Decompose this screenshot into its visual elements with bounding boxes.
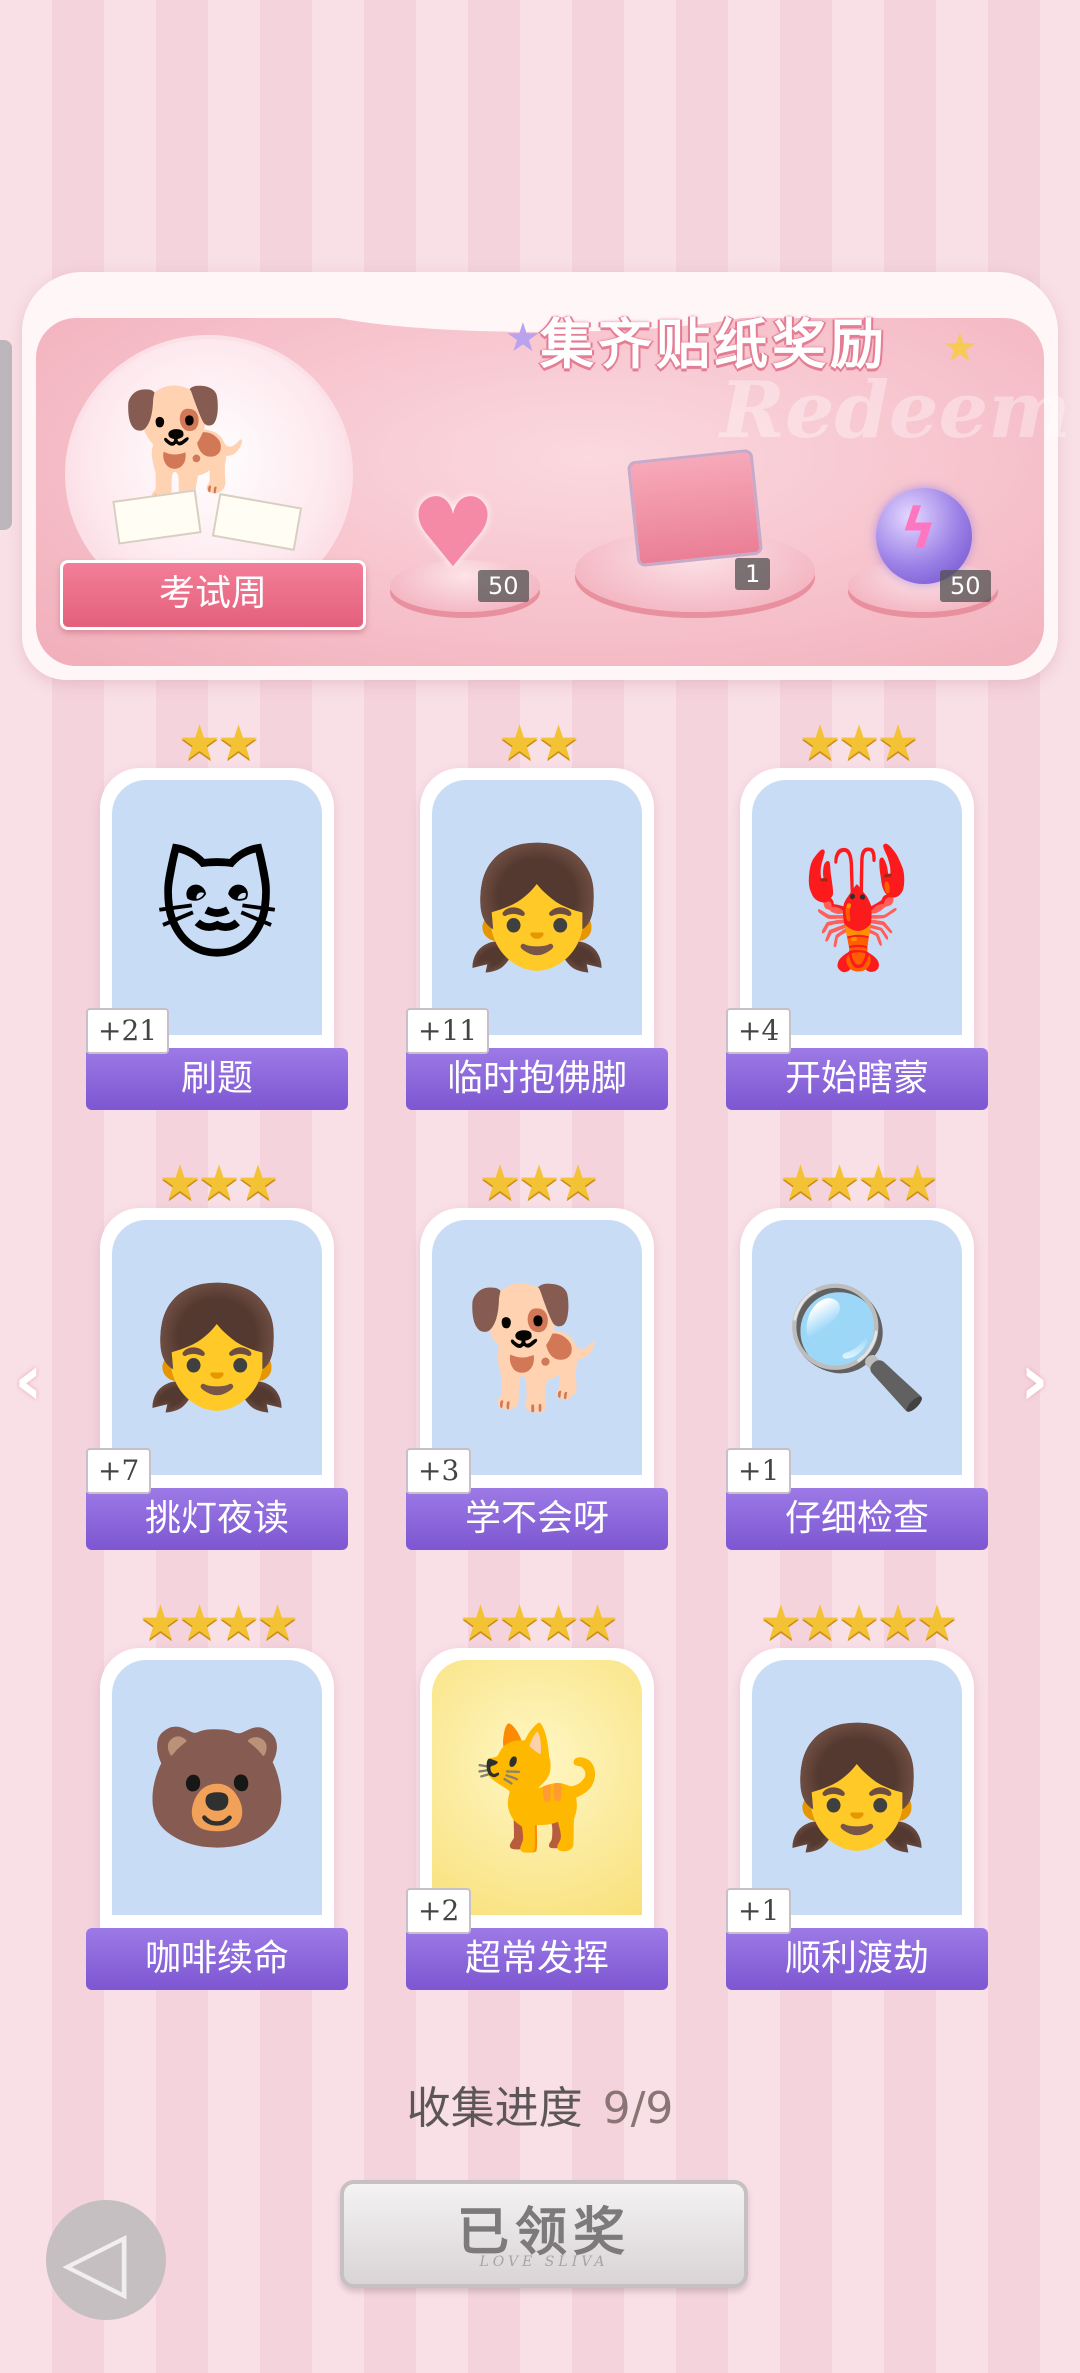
- claim-reward-button[interactable]: 已领奖 LOVE SLIVA: [340, 2180, 748, 2288]
- sticker-count: +11: [406, 1008, 490, 1054]
- reward-count: 50: [478, 570, 529, 602]
- sticker-card[interactable]: ★★★★ 🐻 咖啡续命: [86, 1595, 348, 1990]
- star-rating: ★★: [497, 715, 580, 771]
- sticker-card[interactable]: ★★ 🐱 刷题 +21: [86, 715, 348, 1110]
- back-arrow-icon: ◁: [62, 2211, 127, 2309]
- chevron-left-icon[interactable]: ‹: [14, 1335, 43, 1425]
- sticker-name: 临时抱佛脚: [406, 1048, 668, 1110]
- sticker-card[interactable]: ★★★ 🦞 开始瞎蒙 +4: [726, 715, 988, 1110]
- sticker-card[interactable]: ★★★★★ 👧 顺利渡劫 +1: [726, 1595, 988, 1990]
- side-drawer-handle[interactable]: [0, 340, 12, 530]
- sticker-name: 超常发挥: [406, 1928, 668, 1990]
- sticker-name: 学不会呀: [406, 1488, 668, 1550]
- star-rating: ★★★: [478, 1155, 599, 1211]
- collection-progress: 收集进度 9/9: [0, 2072, 1080, 2136]
- sticker-count: +7: [86, 1448, 152, 1494]
- chevron-right-icon[interactable]: ›: [1020, 1335, 1049, 1425]
- yellow-star-icon: ★: [942, 325, 978, 371]
- sticker-count: +1: [726, 1888, 792, 1934]
- sticker-count: +2: [406, 1888, 472, 1934]
- lightning-bolt-icon: ϟ: [900, 497, 937, 562]
- shiba-dog-icon: 🐕: [120, 381, 257, 509]
- sticker-name: 挑灯夜读: [86, 1488, 348, 1550]
- sticker-card[interactable]: ★★★ 🐕 学不会呀 +3: [406, 1155, 668, 1550]
- sticker-count: +4: [726, 1008, 792, 1054]
- progress-value: 9/9: [602, 2083, 674, 2134]
- sticker-image: 👧: [432, 780, 642, 1035]
- sticker-image: 🐱: [112, 780, 322, 1035]
- star-rating: ★★★★: [458, 1595, 619, 1651]
- star-rating: ★★★★: [138, 1595, 299, 1651]
- sticker-image: 🐻: [112, 1660, 322, 1915]
- heart-gem-icon[interactable]: ♥: [410, 485, 496, 581]
- purple-star-icon: ★: [505, 315, 541, 361]
- sticker-name: 咖啡续命: [86, 1928, 348, 1990]
- sticker-count: +3: [406, 1448, 472, 1494]
- sticker-image: 👧: [112, 1220, 322, 1475]
- sticker-frame: 🐻: [100, 1648, 334, 1948]
- sticker-name: 仔细检查: [726, 1488, 988, 1550]
- sticker-count: +21: [86, 1008, 170, 1054]
- banner-title: 集齐贴纸奖励: [540, 313, 888, 376]
- sticker-card[interactable]: ★★★★ 🐈 超常发挥 +2: [406, 1595, 668, 1990]
- star-rating: ★★★: [798, 715, 919, 771]
- theme-label: 考试周: [60, 560, 366, 630]
- reward-count: 50: [940, 570, 991, 602]
- sticker-image: 👧: [752, 1660, 962, 1915]
- star-rating: ★★: [177, 715, 260, 771]
- claim-button-sub: LOVE SLIVA: [479, 2254, 609, 2270]
- sticker-name: 刷题: [86, 1048, 348, 1110]
- reward-count: 1: [735, 558, 771, 590]
- sticker-name: 顺利渡劫: [726, 1928, 988, 1990]
- sticker-card[interactable]: ★★ 👧 临时抱佛脚 +11: [406, 715, 668, 1110]
- sticker-image: 🐕: [432, 1220, 642, 1475]
- sticker-image: 🦞: [752, 780, 962, 1035]
- sticker-name: 开始瞎蒙: [726, 1048, 988, 1110]
- gift-box-icon[interactable]: [626, 448, 764, 568]
- star-rating: ★★★★: [778, 1155, 939, 1211]
- sticker-card[interactable]: ★★★★ 🔍 仔细检查 +1: [726, 1155, 988, 1550]
- sticker-card[interactable]: ★★★ 👧 挑灯夜读 +7: [86, 1155, 348, 1550]
- sticker-image: 🔍: [752, 1220, 962, 1475]
- progress-label: 收集进度: [406, 2083, 583, 2134]
- sticker-count: +1: [726, 1448, 792, 1494]
- sticker-image: 🐈: [432, 1660, 642, 1915]
- star-rating: ★★★★★: [759, 1595, 958, 1651]
- star-rating: ★★★: [158, 1155, 279, 1211]
